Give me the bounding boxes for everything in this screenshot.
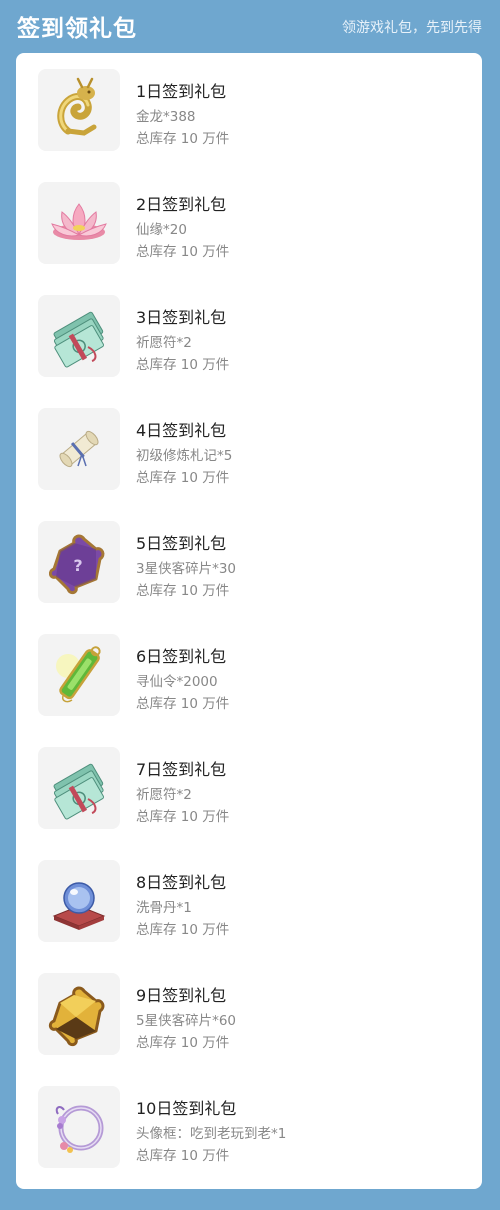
svg-text:?: ? bbox=[73, 556, 82, 575]
gift-stock: 总库存 10 万件 bbox=[136, 470, 230, 486]
gift-stock: 总库存 10 万件 bbox=[136, 357, 230, 373]
gift-reward: 洗骨丹*1 bbox=[136, 900, 192, 916]
gift-title: 4日签到礼包 bbox=[136, 421, 227, 440]
talisman-icon bbox=[38, 295, 120, 377]
gift-stock: 总库存 10 万件 bbox=[136, 1148, 230, 1164]
gift-title: 5日签到礼包 bbox=[136, 534, 227, 553]
gift-title: 10日签到礼包 bbox=[136, 1099, 237, 1118]
gift-item-day-4[interactable]: 4日签到礼包 初级修炼札记*5 总库存 10 万件 bbox=[16, 392, 482, 505]
gift-stock: 总库存 10 万件 bbox=[136, 583, 230, 599]
gift-reward: 祈愿符*2 bbox=[136, 787, 192, 803]
gift-stock: 总库存 10 万件 bbox=[136, 922, 230, 938]
gift-item-day-9[interactable]: 9日签到礼包 5星侠客碎片*60 总库存 10 万件 bbox=[16, 957, 482, 1070]
gift-title: 8日签到礼包 bbox=[136, 873, 227, 892]
gift-stock: 总库存 10 万件 bbox=[136, 131, 230, 147]
gift-item-day-1[interactable]: 1日签到礼包 金龙*388 总库存 10 万件 bbox=[16, 53, 482, 166]
gift-item-day-8[interactable]: 8日签到礼包 洗骨丹*1 总库存 10 万件 bbox=[16, 844, 482, 957]
scroll-icon bbox=[38, 408, 120, 490]
gift-reward: 初级修炼札记*5 bbox=[136, 448, 233, 464]
gold-dragon-icon bbox=[38, 69, 120, 151]
page-subtitle: 领游戏礼包，先到先得 bbox=[342, 20, 482, 36]
gift-reward: 寻仙令*2000 bbox=[136, 674, 218, 690]
gift-reward: 5星侠客碎片*60 bbox=[136, 1013, 237, 1029]
gift-stock: 总库存 10 万件 bbox=[136, 244, 230, 260]
gift-item-day-10[interactable]: 10日签到礼包 头像框：吃到老玩到老*1 总库存 10 万件 bbox=[16, 1070, 482, 1183]
gift-title: 3日签到礼包 bbox=[136, 308, 227, 327]
jade-token-icon bbox=[38, 634, 120, 716]
gift-title: 6日签到礼包 bbox=[136, 647, 227, 666]
gift-stock: 总库存 10 万件 bbox=[136, 696, 230, 712]
gift-title: 7日签到礼包 bbox=[136, 760, 227, 779]
gift-reward: 祈愿符*2 bbox=[136, 335, 192, 351]
gift-item-day-7[interactable]: 7日签到礼包 祈愿符*2 总库存 10 万件 bbox=[16, 731, 482, 844]
gift-reward: 3星侠客碎片*30 bbox=[136, 561, 237, 577]
gift-stock: 总库存 10 万件 bbox=[136, 1035, 230, 1051]
gift-title: 9日签到礼包 bbox=[136, 986, 227, 1005]
talisman-icon bbox=[38, 747, 120, 829]
gift-item-day-3[interactable]: 3日签到礼包 祈愿符*2 总库存 10 万件 bbox=[16, 279, 482, 392]
gift-item-day-2[interactable]: 2日签到礼包 仙缘*20 总库存 10 万件 bbox=[16, 166, 482, 279]
lotus-icon bbox=[38, 182, 120, 264]
puzzle-piece-purple-icon: ? bbox=[38, 521, 120, 603]
header: 签到领礼包 领游戏礼包，先到先得 bbox=[0, 0, 500, 50]
avatar-frame-icon bbox=[38, 1086, 120, 1168]
page-title: 签到领礼包 bbox=[17, 16, 137, 42]
gift-list-card: 1日签到礼包 金龙*388 总库存 10 万件 2日签到礼包 仙缘*20 总库存… bbox=[16, 53, 482, 1189]
gift-item-day-6[interactable]: 6日签到礼包 寻仙令*2000 总库存 10 万件 bbox=[16, 618, 482, 731]
gift-stock: 总库存 10 万件 bbox=[136, 809, 230, 825]
crystal-orb-icon bbox=[38, 860, 120, 942]
gift-item-day-5[interactable]: ? 5日签到礼包 3星侠客碎片*30 总库存 10 万件 bbox=[16, 505, 482, 618]
gift-reward: 头像框：吃到老玩到老*1 bbox=[136, 1126, 287, 1142]
gift-reward: 金龙*388 bbox=[136, 109, 196, 125]
gift-reward: 仙缘*20 bbox=[136, 222, 187, 238]
gift-title: 2日签到礼包 bbox=[136, 195, 227, 214]
puzzle-piece-gold-icon bbox=[38, 973, 120, 1055]
gift-title: 1日签到礼包 bbox=[136, 82, 227, 101]
